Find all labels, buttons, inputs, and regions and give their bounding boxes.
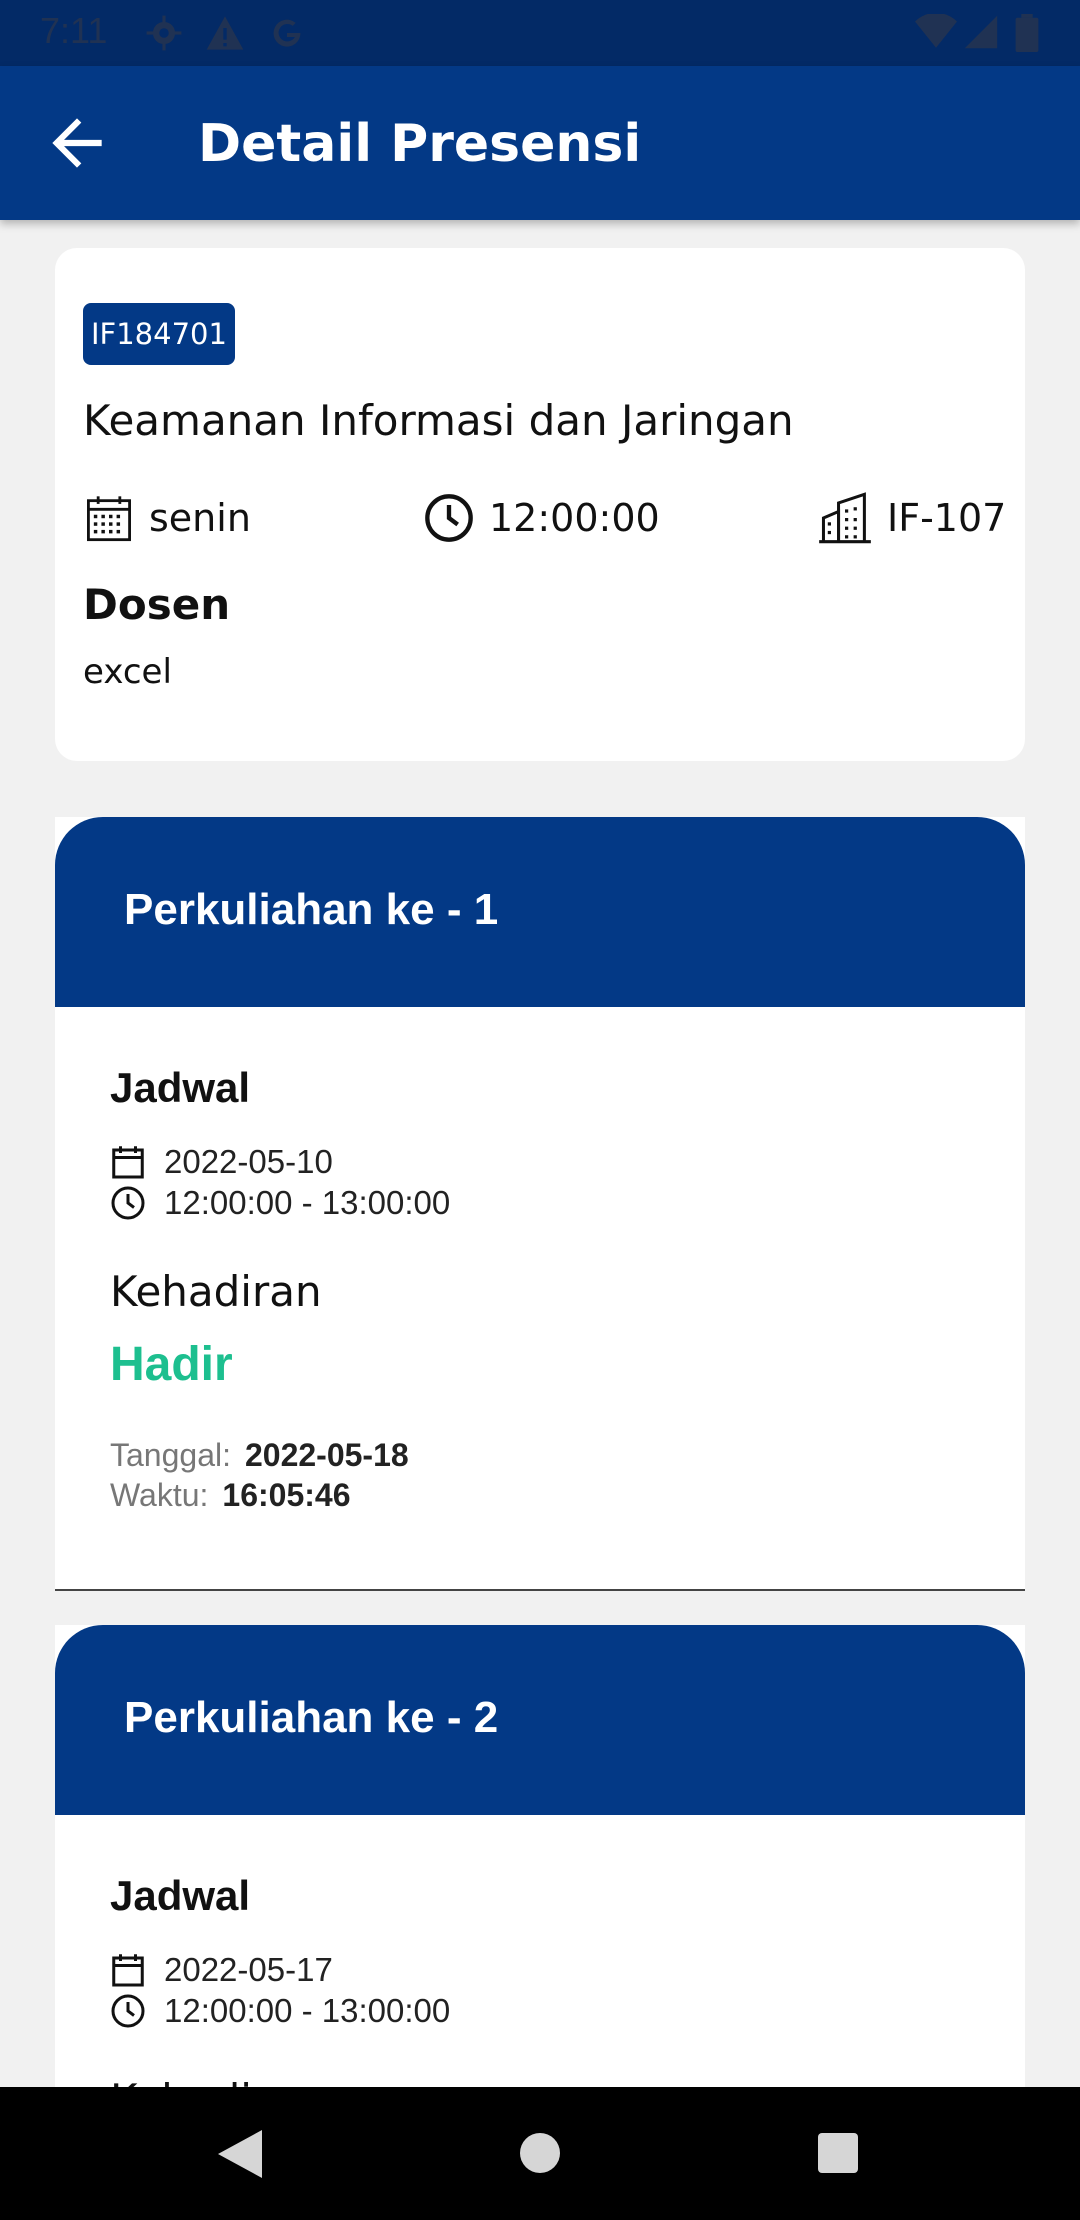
nav-recents-icon[interactable] xyxy=(818,2133,858,2173)
session-card: Perkuliahan ke - 2 Jadwal 2022-05-17 12:… xyxy=(55,1625,1025,2124)
wifi-icon xyxy=(915,14,957,48)
attended-time: Waktu: 16:05:46 xyxy=(110,1477,350,1514)
nav-home-icon[interactable] xyxy=(520,2133,560,2173)
course-day: senin xyxy=(83,490,251,546)
session-title: Perkuliahan ke - 1 xyxy=(124,885,499,934)
status-bar: 7:11 xyxy=(0,0,1080,66)
schedule-date-text: 2022-05-17 xyxy=(164,1951,333,1988)
attended-time-value: 16:05:46 xyxy=(222,1477,351,1513)
course-name: Keamanan Informasi dan Jaringan xyxy=(83,396,794,445)
session-card: Perkuliahan ke - 1 Jadwal 2022-05-10 12:… xyxy=(55,817,1025,1589)
status-time: 7:11 xyxy=(40,10,108,51)
lecturer-name: excel xyxy=(83,652,172,692)
clock-icon xyxy=(111,1186,145,1220)
clock-icon xyxy=(425,494,473,542)
divider xyxy=(55,1589,1025,1591)
schedule-date: 2022-05-17 xyxy=(110,1950,333,1990)
course-code-badge: IF184701 xyxy=(83,303,235,365)
google-icon xyxy=(273,19,301,47)
course-time: 12:00:00 xyxy=(423,490,660,546)
settings-icon xyxy=(146,15,182,51)
app-bar: Detail Presensi xyxy=(0,66,1080,220)
course-day-text: senin xyxy=(149,496,251,540)
page-title: Detail Presensi xyxy=(198,114,642,174)
schedule-time: 12:00:00 - 13:00:00 xyxy=(110,1183,450,1223)
schedule-label: Jadwal xyxy=(110,1064,251,1111)
schedule-label: Jadwal xyxy=(110,1872,251,1919)
back-arrow-icon xyxy=(52,118,102,168)
attendance-label: Kehadiran xyxy=(110,1267,322,1316)
course-room-text: IF-107 xyxy=(887,496,1007,540)
course-info-card: IF184701 Keamanan Informasi dan Jaringan… xyxy=(55,248,1025,761)
course-room: IF-107 xyxy=(817,490,1006,546)
nav-back-icon[interactable] xyxy=(218,2130,262,2178)
schedule-date: 2022-05-10 xyxy=(110,1142,333,1182)
navigation-bar xyxy=(0,2087,1080,2220)
session-header: Perkuliahan ke - 1 xyxy=(55,817,1025,1007)
calendar-icon xyxy=(87,496,131,542)
back-button[interactable] xyxy=(40,106,114,180)
attended-date: Tanggal: 2022-05-18 xyxy=(110,1437,409,1474)
attended-time-label: Waktu: xyxy=(110,1477,209,1513)
session-title: Perkuliahan ke - 2 xyxy=(124,1693,499,1742)
schedule-time: 12:00:00 - 13:00:00 xyxy=(110,1991,450,2031)
attended-date-label: Tanggal: xyxy=(110,1437,231,1473)
calendar-icon xyxy=(112,1954,144,1987)
warning-icon xyxy=(206,16,244,50)
clock-icon xyxy=(111,1994,145,2028)
schedule-time-text: 12:00:00 - 13:00:00 xyxy=(164,1992,451,2029)
schedule-date-text: 2022-05-10 xyxy=(164,1143,333,1180)
course-time-text: 12:00:00 xyxy=(489,496,660,540)
attendance-status: Hadir xyxy=(110,1338,233,1391)
attended-date-value: 2022-05-18 xyxy=(244,1437,409,1473)
lecturer-label: Dosen xyxy=(83,580,231,629)
signal-icon xyxy=(964,15,998,49)
calendar-icon xyxy=(112,1146,144,1179)
building-icon xyxy=(819,492,871,544)
session-header: Perkuliahan ke - 2 xyxy=(55,1625,1025,1815)
schedule-time-text: 12:00:00 - 13:00:00 xyxy=(164,1184,451,1221)
battery-icon xyxy=(1015,14,1039,52)
